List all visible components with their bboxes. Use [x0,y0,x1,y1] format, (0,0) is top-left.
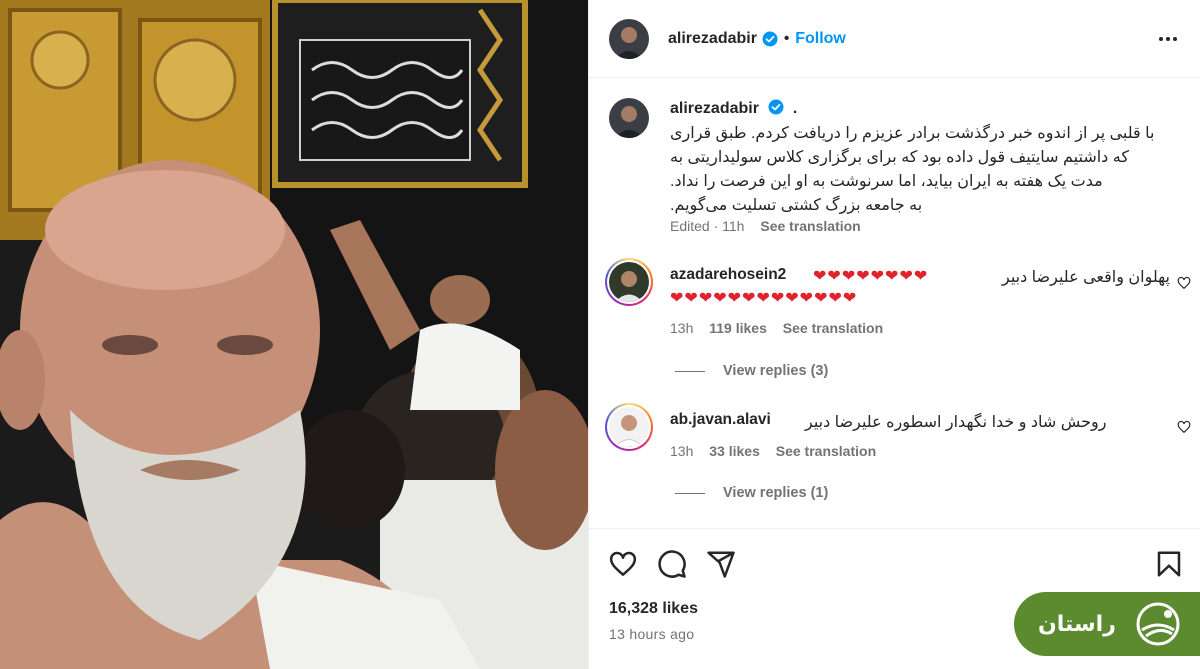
more-options-icon[interactable] [1157,30,1179,48]
comment-text: پهلوان واقعی علیرضا دبیر [1002,269,1170,286]
caption-text: با قلبی پر از اندوه خبر درگذشت برادر عزی… [670,122,1175,218]
comment-avatar-image [609,407,649,447]
caption-username-row: alirezadabir . [670,99,797,118]
comment-username[interactable]: ab.javan.alavi [670,411,771,428]
author-avatar[interactable] [609,18,649,59]
view-replies-button[interactable]: View replies (1) [675,485,828,501]
view-replies-label: View replies (3) [723,363,829,379]
comment-see-translation[interactable]: See translation [776,443,876,459]
like-icon[interactable] [608,549,638,579]
caption-line: با قلبی پر از اندوه خبر درگذشت برادر عزی… [670,125,1155,142]
post-header: alirezadabir • Follow [589,0,1200,78]
post-photo [0,0,588,669]
view-replies-button[interactable]: View replies (3) [675,363,828,379]
post-photo-illustration [0,0,588,669]
comment-meta: 13h 119 likes See translation [670,320,883,336]
caption-line: که داشتیم سایتیف قول داده بود که برای بر… [670,149,1129,166]
comment-header: azadarehosein2 [670,266,786,284]
caption-avatar-image [609,98,649,138]
brand-name: راستان [1038,611,1116,636]
caption-avatar[interactable] [609,98,649,138]
comment-see-translation[interactable]: See translation [783,320,883,336]
comment-header: ab.javan.alavi [670,411,771,429]
comment-likes[interactable]: 33 likes [709,443,760,459]
caption-edited: Edited · 11h [670,218,745,234]
replies-divider [675,370,705,372]
comment-hearts: ❤❤❤❤❤❤❤❤❤❤❤❤❤ [670,290,858,307]
comment-icon[interactable] [657,549,687,579]
brand-watermark: راستان [1014,592,1200,656]
post-panel: alirezadabir • Follow alirezadabir . با … [588,0,1200,669]
caption-trailing-dot: . [792,100,798,117]
comment-avatar-ring[interactable] [605,258,653,306]
header-separator: • [783,30,790,47]
comment-like-icon[interactable] [1177,276,1191,290]
comment-meta: 13h 33 likes See translation [670,443,876,459]
post-timestamp[interactable]: 13 hours ago [609,626,694,642]
comment-like-icon[interactable] [1177,420,1191,434]
post-likes-count[interactable]: 16,328 likes [609,600,698,618]
verified-badge-icon [768,99,784,115]
verified-badge-icon [762,31,778,46]
comment-avatar [609,262,649,302]
comment-text: روحش شاد و خدا نگهدار اسطوره علیرضا دبیر [805,414,1107,431]
comment-likes[interactable]: 119 likes [709,320,767,336]
comment-avatar-image [609,262,649,302]
comment-avatar-ring[interactable] [605,403,653,451]
replies-divider [675,492,705,494]
brand-logo-icon [1136,602,1180,646]
caption-line: به جامعه بزرگ کشتی تسلیت می‌گویم. [670,197,923,214]
comment-username[interactable]: azadarehosein2 [670,266,786,283]
caption-line: مدت یک هفته به ایران بیاید، اما سرنوشت ب… [670,173,1103,190]
caption-username[interactable]: alirezadabir [670,100,759,117]
caption-see-translation[interactable]: See translation [760,218,860,234]
comment-item: azadarehosein2 ❤❤❤❤❤❤❤❤ پهلوان واقعی علی… [605,258,1195,379]
comment-time: 13h [670,443,694,459]
save-icon[interactable] [1154,549,1184,579]
comment-time: 13h [670,320,694,336]
share-icon[interactable] [706,549,736,579]
follow-button[interactable]: Follow [795,30,846,48]
comment-item: ab.javan.alavi روحش شاد و خدا نگهدار اسط… [605,403,1195,503]
view-replies-label: View replies (1) [723,485,829,501]
author-avatar-image [609,18,649,59]
comment-avatar [609,407,649,447]
author-username[interactable]: alirezadabir [668,30,757,48]
comment-hearts: ❤❤❤❤❤❤❤❤ [813,268,929,285]
caption-meta: Edited · 11h See translation [670,218,861,234]
